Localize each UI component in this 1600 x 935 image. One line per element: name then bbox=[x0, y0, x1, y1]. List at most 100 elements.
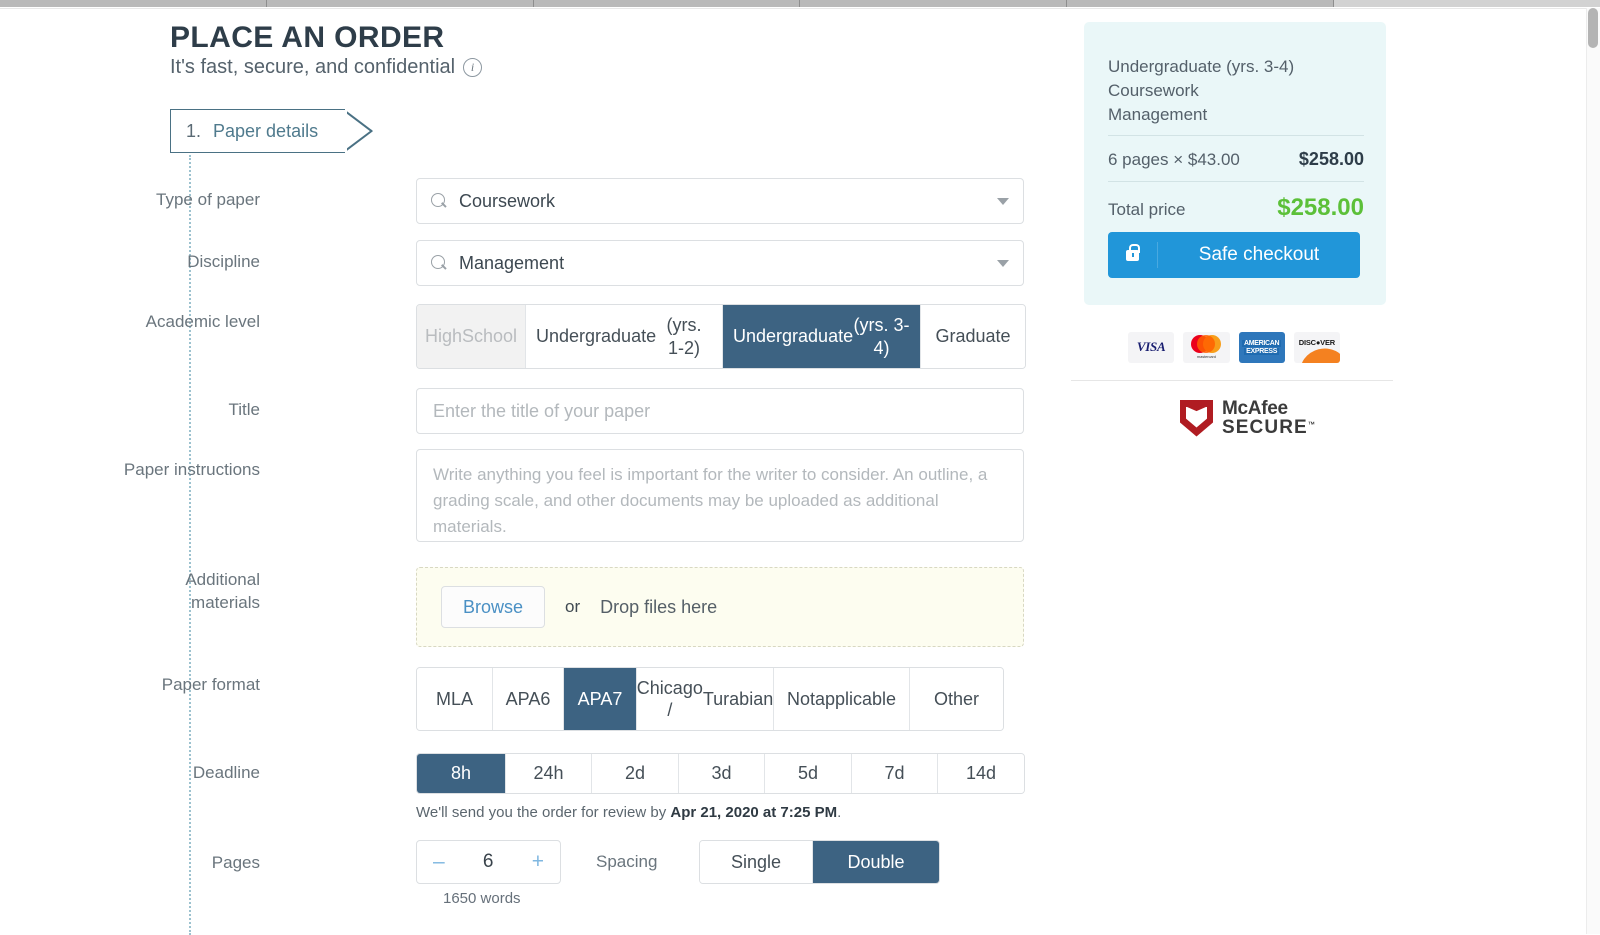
browse-button[interactable]: Browse bbox=[441, 586, 545, 628]
label-title: Title bbox=[228, 400, 261, 419]
label-pages: Pages bbox=[211, 853, 260, 872]
pages-increment-button[interactable]: + bbox=[532, 850, 544, 874]
mcafee-wordmark: McAfee SECURE™ bbox=[1222, 399, 1315, 437]
page-subtitle: It's fast, secure, and confidential i bbox=[170, 56, 483, 79]
additional-materials-dropzone[interactable]: Browse or Drop files here bbox=[416, 567, 1024, 647]
pages-stepper[interactable]: – 6 + bbox=[416, 840, 561, 884]
pages-decrement-button[interactable]: – bbox=[433, 850, 445, 874]
paper-format-option-4-line0: Not bbox=[786, 688, 815, 709]
search-icon bbox=[431, 255, 447, 271]
step-tab-notch bbox=[345, 109, 377, 153]
academic-level-option-0-line1: School bbox=[462, 326, 518, 347]
academic-level-option-2-line0: Undergraduate bbox=[733, 326, 854, 347]
title-input[interactable]: Enter the title of your paper bbox=[416, 388, 1024, 434]
deadline-note-prefix: We'll send you the order for review by bbox=[416, 804, 671, 821]
browser-tab-strip bbox=[0, 0, 1600, 7]
academic-level-option-1[interactable]: Undergraduate (yrs. 1-2) bbox=[526, 305, 723, 368]
deadline-option-3[interactable]: 3d bbox=[679, 754, 765, 793]
paper-format-option-5[interactable]: Other bbox=[910, 668, 1003, 730]
paper-format-option-2[interactable]: APA 7 bbox=[564, 668, 637, 730]
label-additional-materials: Additional materials bbox=[20, 569, 260, 615]
label-additional-materials-line2: materials bbox=[191, 592, 260, 612]
mcafee-tm: ™ bbox=[1307, 421, 1315, 429]
deadline-option-2[interactable]: 2d bbox=[592, 754, 679, 793]
paper-format-option-4[interactable]: Not applicable bbox=[774, 668, 910, 730]
academic-level-segmented[interactable]: High School Undergraduate (yrs. 1-2) Undergr… bbox=[416, 304, 1026, 369]
paper-format-option-0[interactable]: MLA bbox=[417, 668, 493, 730]
paper-format-option-1-line1: 6 bbox=[540, 688, 551, 709]
order-summary-lines: Undergraduate (yrs. 3-4) Coursework Manage… bbox=[1108, 55, 1364, 127]
amex-logo: AMERICAN EXPRESS bbox=[1238, 331, 1285, 363]
paper-format-option-1[interactable]: APA 6 bbox=[493, 668, 564, 730]
step-tab-notch-mask bbox=[344, 110, 347, 152]
sidebar-divider bbox=[1071, 380, 1393, 381]
academic-level-option-3[interactable]: Graduate bbox=[921, 305, 1025, 368]
label-paper-instructions: Paper instructions bbox=[123, 460, 260, 479]
spacing-option-0-line0: Single bbox=[730, 851, 782, 872]
paper-format-option-1-line0: APA bbox=[505, 688, 541, 709]
lock-icon bbox=[1108, 242, 1158, 268]
summary-line-1: Coursework bbox=[1108, 81, 1199, 101]
paper-format-option-3-line0: Chicago / bbox=[636, 677, 703, 721]
summary-total-row: Total price $258.00 bbox=[1108, 194, 1364, 222]
spacing-segmented[interactable]: Single Double bbox=[699, 840, 940, 884]
visa-logo-text: VISA bbox=[1136, 339, 1166, 354]
browser-tab[interactable] bbox=[533, 0, 801, 7]
spacing-option-0[interactable]: Single bbox=[700, 841, 813, 883]
deadline-option-3-line0: 3d bbox=[711, 763, 732, 784]
label-academic-level: Academic level bbox=[145, 312, 260, 331]
info-icon[interactable]: i bbox=[463, 58, 483, 77]
discipline-select[interactable]: Management bbox=[416, 240, 1024, 286]
academic-level-option-3-line0: Graduate bbox=[935, 326, 1011, 347]
label-paper-format: Paper format bbox=[161, 675, 260, 694]
safe-checkout-button[interactable]: Safe checkout bbox=[1108, 232, 1360, 278]
paper-format-option-3[interactable]: Chicago / Turabian bbox=[637, 668, 774, 730]
browser-tab[interactable] bbox=[800, 0, 1068, 7]
browser-tab[interactable] bbox=[0, 0, 267, 7]
spacing-option-1-line0: Double bbox=[847, 851, 905, 872]
summary-pages-value: $258.00 bbox=[1298, 149, 1364, 169]
paper-format-option-2-line1: 7 bbox=[612, 688, 623, 709]
browser-tab-inactive[interactable] bbox=[1334, 0, 1600, 7]
academic-level-option-2[interactable]: Undergraduate (yrs. 3-4) bbox=[723, 305, 921, 368]
page-scrollbar[interactable] bbox=[1586, 8, 1600, 934]
scrollbar-thumb[interactable] bbox=[1588, 8, 1598, 48]
paper-format-option-4-line1: applicable bbox=[814, 688, 897, 709]
discover-logo-text: DISC●VER bbox=[1298, 337, 1336, 347]
mastercard-circles bbox=[1191, 335, 1222, 353]
summary-line-2: Management bbox=[1108, 105, 1208, 125]
type-of-paper-select[interactable]: Coursework bbox=[416, 178, 1024, 224]
visa-logo: VISA bbox=[1128, 331, 1175, 363]
summary-pages-key: 6 pages × $43.00 bbox=[1108, 150, 1240, 169]
deadline-segmented[interactable]: 8h 24h 2d 3d 5d 7d 14d bbox=[416, 753, 1025, 794]
summary-divider-bottom bbox=[1108, 181, 1364, 182]
browser-tab[interactable] bbox=[1067, 0, 1335, 7]
paper-format-option-3-line1: Turabian bbox=[702, 688, 774, 709]
browser-tab[interactable] bbox=[266, 0, 534, 7]
paper-format-option-0-line0: MLA bbox=[435, 688, 473, 709]
order-page: PLACE AN ORDER It's fast, secure, and co… bbox=[0, 9, 1586, 935]
amex-line1: AMERICAN bbox=[1241, 339, 1282, 347]
deadline-option-5[interactable]: 7d bbox=[852, 754, 938, 793]
chevron-down-icon[interactable] bbox=[997, 259, 1009, 267]
spacing-option-1[interactable]: Double bbox=[813, 841, 939, 883]
deadline-option-2-line0: 2d bbox=[624, 763, 646, 784]
type-of-paper-value: Coursework bbox=[459, 190, 556, 211]
pages-value[interactable]: 6 bbox=[483, 851, 494, 873]
academic-level-option-0-line0: High bbox=[424, 326, 462, 347]
chevron-down-icon[interactable] bbox=[997, 197, 1009, 205]
deadline-option-0[interactable]: 8h bbox=[417, 754, 506, 793]
pages-word-count: 1650 words bbox=[443, 890, 521, 907]
mastercard-logo-text: mastercard bbox=[1196, 354, 1216, 359]
label-spacing: Spacing bbox=[596, 852, 658, 871]
deadline-option-6[interactable]: 14d bbox=[938, 754, 1024, 793]
paper-format-segmented[interactable]: MLA APA 6 APA 7 Chicago / Turabian Not applicabl… bbox=[416, 667, 1004, 731]
deadline-option-1[interactable]: 24h bbox=[506, 754, 592, 793]
mastercard-logo: mastercard bbox=[1183, 331, 1230, 363]
discover-logo: DISC●VER bbox=[1293, 331, 1340, 363]
dropzone-or-label: or bbox=[565, 597, 581, 616]
paper-instructions-textarea[interactable]: Write anything you feel is important for… bbox=[416, 449, 1024, 542]
deadline-option-4[interactable]: 5d bbox=[765, 754, 852, 793]
step-tab-label: Paper details bbox=[213, 120, 319, 141]
label-discipline: Discipline bbox=[187, 252, 260, 271]
